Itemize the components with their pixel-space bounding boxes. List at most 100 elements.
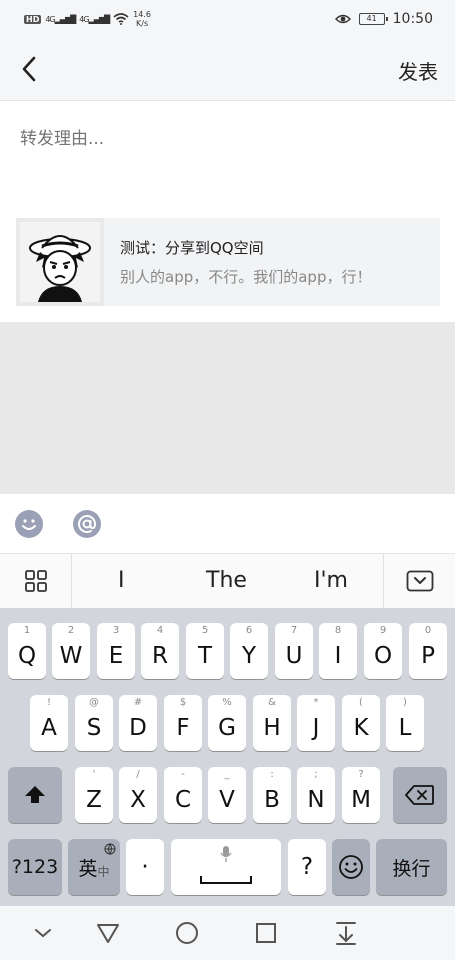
key-i[interactable]: 8I [319, 623, 357, 679]
key-hint: 7 [290, 625, 298, 636]
chevron-left-icon [22, 56, 36, 82]
key-v[interactable]: _ V [208, 767, 246, 823]
status-bar: HD 4G▂▄▆█ 4G▂▄▆█ 14.6 K/s 41 10:50 [0, 0, 455, 38]
key-label: Z [86, 787, 102, 813]
key-hint: 4 [156, 625, 164, 636]
keyboard-collapse-icon [406, 570, 433, 592]
numbers-key[interactable]: ?123 [8, 839, 62, 895]
nav-back-button[interactable] [95, 920, 121, 946]
enter-key[interactable]: 换行 [376, 839, 447, 895]
key-n[interactable]: ; N [297, 767, 335, 823]
clock: 10:50 [392, 11, 433, 27]
language-switch-key[interactable]: 英中 [68, 839, 120, 895]
key-hint: - [181, 769, 185, 780]
key-hint: 5 [201, 625, 209, 636]
key-s[interactable]: @ S [75, 695, 113, 751]
key-l[interactable]: ) L [386, 695, 424, 751]
key-y[interactable]: 6Y [230, 623, 268, 679]
status-right: 41 10:50 [334, 11, 433, 27]
key-o[interactable]: 9O [364, 623, 402, 679]
key-hint: ! [46, 697, 51, 708]
key-c[interactable]: -C [164, 767, 202, 823]
key-label: F [176, 715, 190, 741]
key-label: M [351, 787, 371, 813]
key-label: B [264, 787, 280, 813]
key-k[interactable]: (K [342, 695, 380, 751]
forward-reason-input[interactable] [20, 124, 430, 154]
emoji-icon[interactable] [15, 509, 43, 538]
cartoon-avatar-image [20, 222, 100, 302]
key-r[interactable]: 4R [141, 623, 179, 679]
question-key[interactable]: ? [288, 839, 326, 895]
hide-keyboard-button[interactable] [383, 554, 455, 608]
key-hint: / [136, 769, 140, 780]
key-label: L [398, 715, 412, 741]
card-description: 别人的app，不行。我们的app，行！ [120, 268, 372, 286]
key-hint: ; [314, 769, 318, 780]
speed-value: 14.6 [133, 10, 151, 19]
space-key[interactable] [171, 839, 281, 895]
key-h[interactable]: & H [253, 695, 291, 751]
suggestion-bar: I The I'm [0, 554, 455, 608]
key-f[interactable]: $ F [164, 695, 202, 751]
key-p[interactable]: 0P [409, 623, 447, 679]
nav-collapse-button[interactable] [30, 920, 56, 946]
nav-home-button[interactable] [174, 920, 200, 946]
keyboard-menu-button[interactable] [0, 554, 72, 608]
suggestion-3[interactable]: I'm [314, 568, 348, 593]
shared-thumbnail [16, 218, 104, 306]
compose-toolbar [0, 494, 455, 554]
key-hint: 2 [67, 625, 75, 636]
key-w[interactable]: 2W [52, 623, 90, 679]
shared-content-card[interactable]: 测试：分享到QQ空间 别人的app，不行。我们的app，行！ [16, 218, 440, 306]
key-label: X [130, 787, 146, 813]
key-hint: % [222, 697, 232, 708]
key-q[interactable]: 1Q [8, 623, 46, 679]
key-hint: 6 [245, 625, 253, 636]
key-j[interactable]: * J [297, 695, 335, 751]
nav-notification-button[interactable] [333, 920, 359, 946]
key-t[interactable]: 5T [186, 623, 224, 679]
key-m[interactable]: ? M [342, 767, 380, 823]
key-label: P [421, 643, 435, 669]
key-g[interactable]: % G [208, 695, 246, 751]
key-x[interactable]: / X [119, 767, 157, 823]
key-hint: $ [179, 697, 187, 708]
back-button[interactable] [14, 50, 44, 88]
key-e[interactable]: 3E [97, 623, 135, 679]
key-hint: 3 [112, 625, 120, 636]
backspace-key[interactable] [393, 767, 447, 823]
nav-bar: 发表 [0, 38, 455, 101]
dot-key[interactable]: · [126, 839, 164, 895]
key-label: J [312, 715, 320, 741]
mention-icon[interactable] [73, 509, 101, 538]
sim2-label: 4G [79, 14, 89, 24]
key-hint: ) [403, 697, 407, 708]
wifi-icon [113, 13, 129, 25]
publish-button[interactable]: 发表 [398, 56, 438, 85]
shift-key[interactable] [8, 767, 62, 823]
key-b[interactable]: :B [253, 767, 291, 823]
key-u[interactable]: 7U [275, 623, 313, 679]
key-label: W [59, 643, 83, 669]
key-hint: & [268, 697, 276, 708]
space-bar-icon [200, 876, 252, 884]
key-label: C [174, 787, 192, 813]
signal-1: 4G▂▄▆█ [45, 14, 76, 24]
suggestion-2[interactable]: The [206, 568, 247, 593]
key-label: H [263, 715, 281, 741]
shift-arrow-icon [25, 786, 45, 803]
emoji-key[interactable] [332, 839, 370, 895]
nav-recents-button[interactable] [253, 920, 279, 946]
key-z[interactable]: ' Z [75, 767, 113, 823]
key-d[interactable]: # D [119, 695, 157, 751]
key-label: S [86, 715, 102, 741]
key-label: K [353, 715, 369, 741]
key-label: Y [241, 643, 257, 669]
key-label: E [108, 643, 124, 669]
key-a[interactable]: ! A [30, 695, 68, 751]
lang-sub-label: 中 [97, 864, 110, 879]
eye-icon [334, 14, 351, 24]
card-title: 测试：分享到QQ空间 [120, 239, 264, 257]
suggestion-1[interactable]: I [118, 568, 125, 593]
